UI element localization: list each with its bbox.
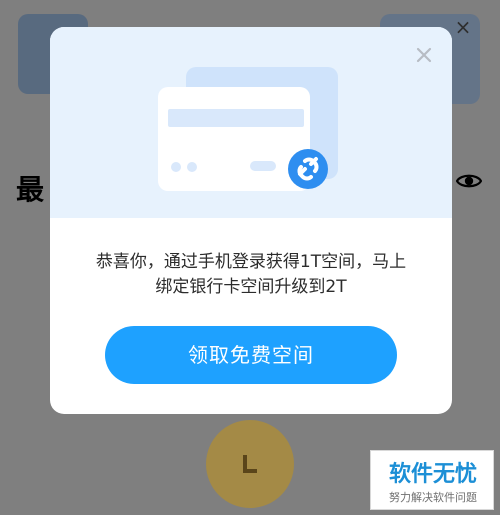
eye-icon-svg [455,174,483,188]
eye-icon[interactable] [455,171,483,191]
close-icon-svg [416,47,432,63]
promo-modal: 恭喜你，通过手机登录获得1T空间，马上 绑定银行卡空间升级到2T 领取免费空间 [50,27,452,414]
app-screen: × 最 恭喜你，通过手机登录获得1T空间，马上 绑定银行卡空间升级到2T 领取免… [0,0,500,515]
background-heading-partial: 最 [16,173,46,206]
background-close-icon: × [454,15,472,39]
l-shape-icon [243,455,257,473]
claim-free-space-button[interactable]: 领取免费空间 [105,326,397,384]
watermark-title: 软件无忧 [389,461,477,487]
modal-message-line-2: 绑定银行卡空间升级到2T [155,277,347,297]
close-icon[interactable] [414,45,434,65]
watermark-subtitle: 努力解决软件问题 [389,490,477,504]
bank-card-icon [158,65,348,195]
background-primary-action[interactable] [206,420,294,508]
modal-message-line-1: 恭喜你，通过手机登录获得1T空间，马上 [95,252,407,272]
watermark-svg: 软件无忧 努力解决软件问题 [371,451,493,509]
bank-card-illustration [158,67,338,191]
watermark-logo: 软件无忧 努力解决软件问题 [370,450,494,510]
modal-message: 恭喜你，通过手机登录获得1T空间，马上 绑定银行卡空间升级到2T [74,250,428,300]
